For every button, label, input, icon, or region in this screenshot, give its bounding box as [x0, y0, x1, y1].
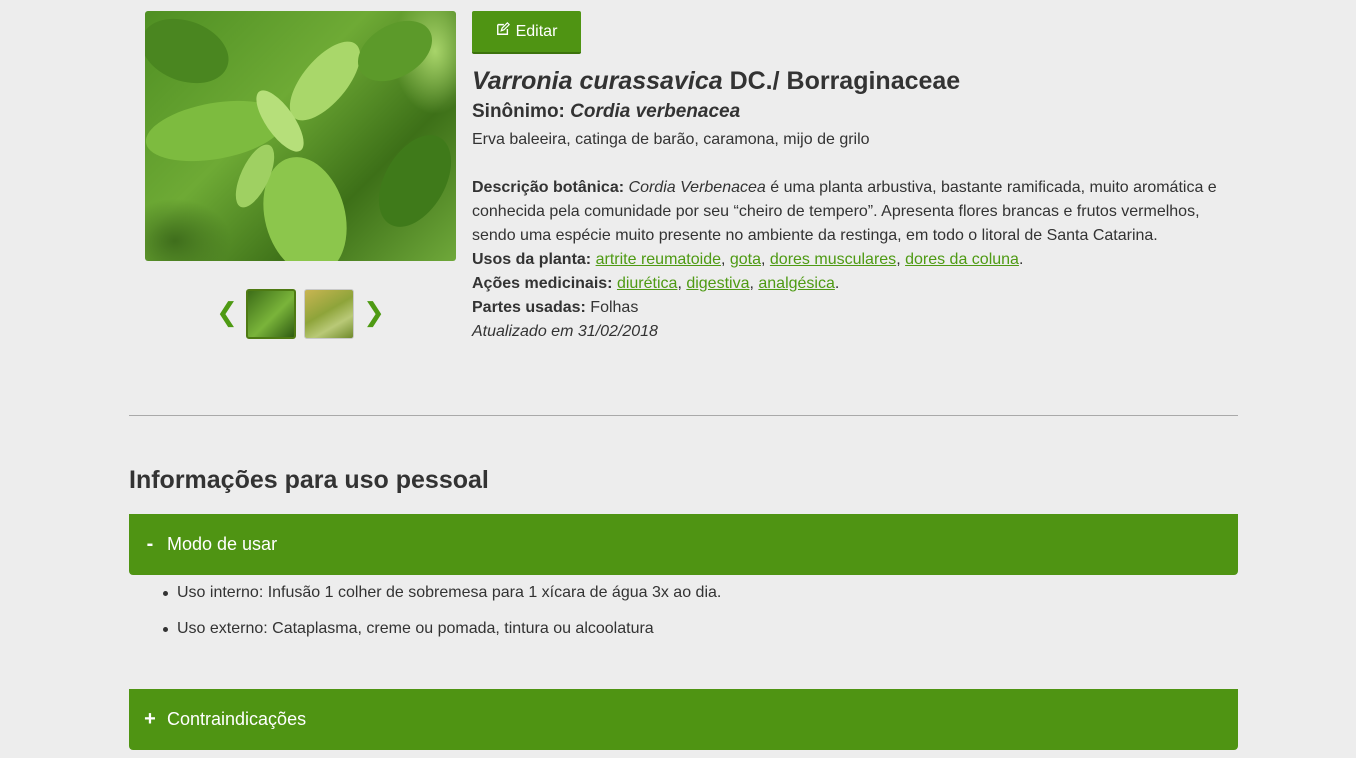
- gallery-thumbnail-1[interactable]: [246, 289, 296, 339]
- edit-button-label: Editar: [515, 22, 558, 40]
- uses-label: Usos da planta:: [472, 251, 592, 268]
- chevron-left-icon[interactable]: ❮: [216, 295, 238, 331]
- collapse-icon: -: [146, 533, 154, 555]
- description-label: Descrição botânica:: [472, 179, 625, 196]
- botanical-description: Descrição botânica: Cordia Verbenacea é …: [472, 176, 1232, 248]
- usage-list: Uso interno: Infusão 1 colher de sobreme…: [161, 581, 721, 653]
- description-name: Cordia Verbenacea: [628, 179, 766, 196]
- action-link[interactable]: digestiva: [686, 275, 749, 292]
- edit-button[interactable]: Editar: [472, 11, 581, 54]
- actions-label: Ações medicinais:: [472, 275, 613, 292]
- action-link[interactable]: diurética: [617, 275, 677, 292]
- section-title: Informações para uso pessoal: [129, 466, 489, 494]
- accordion-modo-de-usar[interactable]: - Modo de usar: [129, 514, 1238, 575]
- botanical-details: Descrição botânica: Cordia Verbenacea é …: [472, 176, 1232, 344]
- use-link[interactable]: gota: [730, 251, 761, 268]
- accordion-contraindicacoes[interactable]: + Contraindicações: [129, 689, 1238, 750]
- expand-icon: +: [144, 708, 156, 730]
- use-link[interactable]: artrite reumatoide: [596, 251, 721, 268]
- parts-label: Partes usadas:: [472, 299, 586, 316]
- updated-date: Atualizado em 31/02/2018: [472, 323, 658, 340]
- authority-family: DC./ Borraginaceae: [722, 67, 961, 95]
- plant-uses: Usos da planta: artrite reumatoide, gota…: [472, 251, 1024, 268]
- parts-used: Partes usadas: Folhas: [472, 296, 1232, 320]
- edit-icon: [496, 22, 510, 41]
- plant-title: Varronia curassavica DC./ Borraginaceae: [472, 64, 1232, 98]
- chevron-right-icon[interactable]: ❯: [363, 295, 385, 331]
- accordion-label: Modo de usar: [167, 534, 278, 554]
- scientific-name: Varronia curassavica: [472, 67, 723, 95]
- plant-main-image: [145, 11, 456, 261]
- parts-value: Folhas: [585, 299, 639, 316]
- plant-info: Varronia curassavica DC./ Borraginaceae …: [472, 64, 1232, 344]
- synonym-value: Cordia verbenacea: [570, 101, 741, 122]
- gallery-thumbnail-2[interactable]: [304, 289, 354, 339]
- synonym-label: Sinônimo:: [472, 101, 571, 122]
- image-gallery: ❮ ❯: [216, 289, 386, 339]
- list-item: Uso interno: Infusão 1 colher de sobreme…: [161, 581, 721, 605]
- common-names: Erva baleeira, catinga de barão, caramon…: [472, 131, 870, 148]
- use-link[interactable]: dores da coluna: [905, 251, 1019, 268]
- use-link[interactable]: dores musculares: [770, 251, 896, 268]
- section-divider: [129, 415, 1238, 416]
- medicinal-actions: Ações medicinais: diurética, digestiva, …: [472, 275, 840, 292]
- synonym: Sinônimo: Cordia verbenacea: [472, 99, 1232, 125]
- list-item: Uso externo: Cataplasma, creme ou pomada…: [161, 617, 721, 641]
- accordion-label: Contraindicações: [167, 709, 307, 729]
- action-link[interactable]: analgésica: [758, 275, 835, 292]
